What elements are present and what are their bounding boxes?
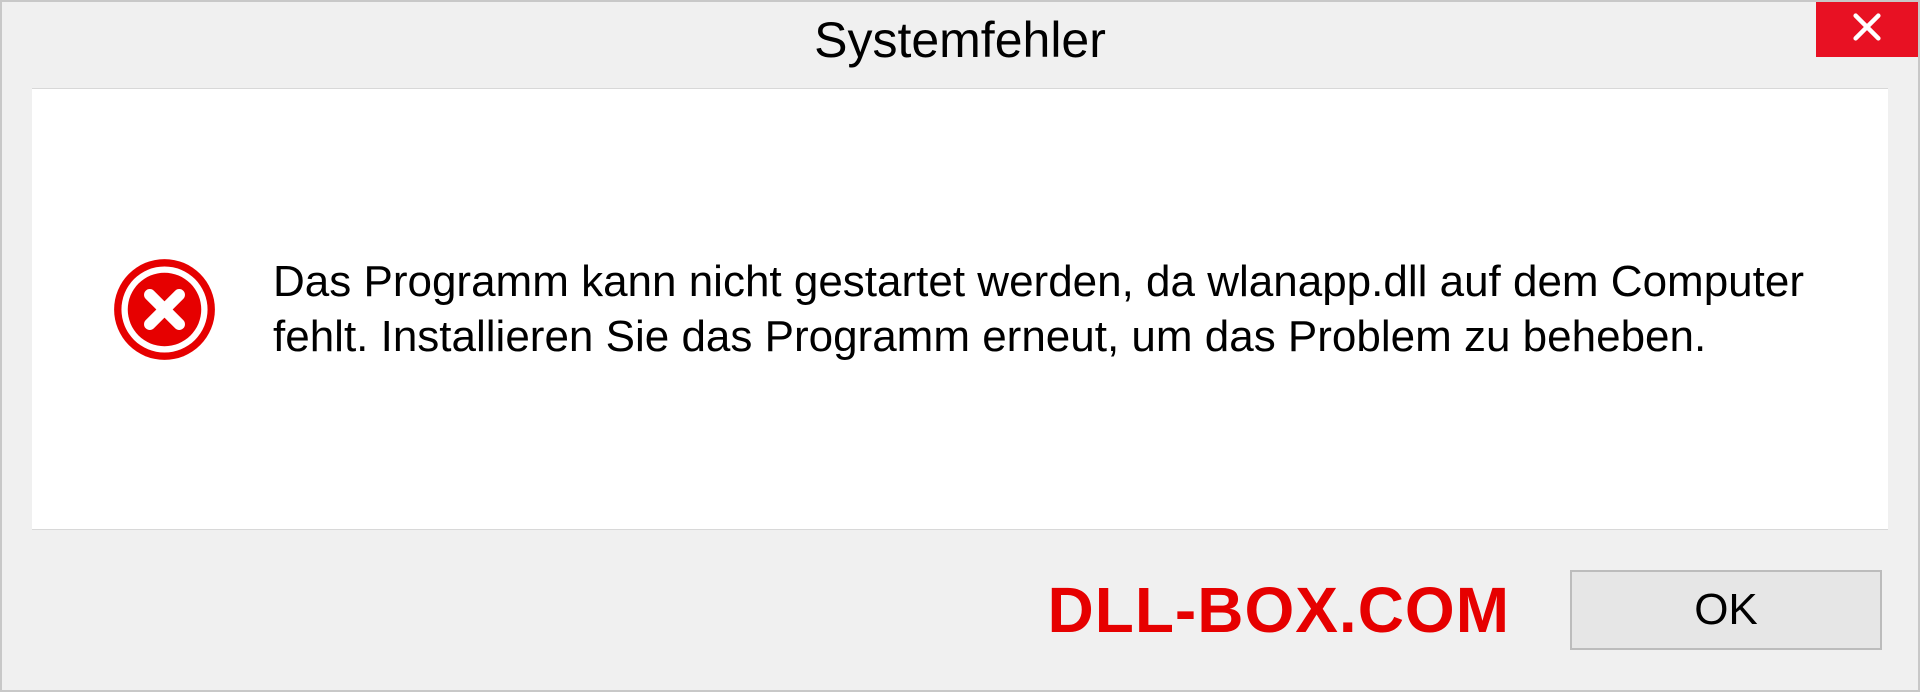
titlebar: Systemfehler	[2, 2, 1918, 78]
dialog-title: Systemfehler	[814, 11, 1106, 69]
watermark-text: DLL-BOX.COM	[1048, 573, 1511, 647]
ok-button[interactable]: OK	[1570, 570, 1882, 650]
error-icon	[112, 257, 217, 362]
error-dialog: Systemfehler Das Programm kann nicht ges…	[0, 0, 1920, 692]
error-message: Das Programm kann nicht gestartet werden…	[273, 254, 1838, 364]
dialog-body: Das Programm kann nicht gestartet werden…	[32, 88, 1888, 530]
ok-button-label: OK	[1694, 585, 1758, 635]
close-button[interactable]	[1816, 2, 1918, 57]
close-icon	[1850, 10, 1884, 49]
dialog-footer: DLL-BOX.COM OK	[2, 530, 1918, 690]
